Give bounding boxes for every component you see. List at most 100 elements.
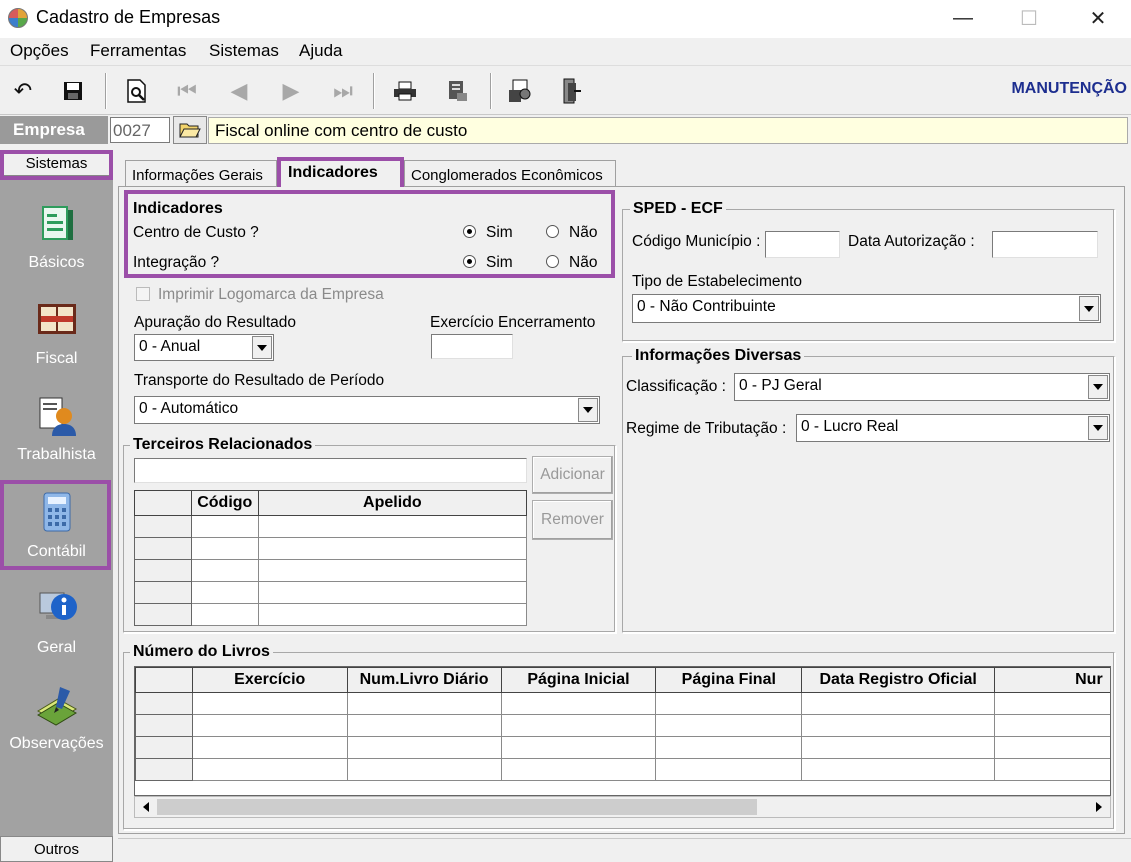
sidebar-item-fiscal[interactable]: Fiscal	[0, 288, 113, 378]
regime-select[interactable]: 0 - Lucro Real	[796, 414, 1110, 442]
exercicio-input[interactable]	[431, 334, 513, 359]
open-folder-icon[interactable]	[173, 116, 207, 144]
tipo-estabelecimento-select[interactable]: 0 - Não Contribuinte	[632, 294, 1101, 323]
integracao-nao-radio[interactable]	[546, 255, 559, 268]
notes-icon	[36, 687, 77, 726]
column-header-data-registro[interactable]: Data Registro Oficial	[801, 667, 996, 693]
column-header-pagina-final[interactable]: Página Final	[655, 667, 803, 693]
classificacao-value: 0 - PJ Geral	[739, 377, 822, 394]
prev-icon[interactable]: ◀	[222, 75, 256, 107]
row-header	[135, 758, 193, 781]
chevron-down-icon[interactable]	[1088, 375, 1108, 399]
info-icon	[39, 592, 77, 620]
ledger-icon	[37, 304, 76, 334]
sidebar-footer-outros[interactable]: Outros	[0, 836, 113, 862]
empresa-name-field[interactable]: Fiscal online com centro de custo	[208, 117, 1128, 144]
terceiros-input[interactable]	[134, 458, 527, 483]
integracao-sim-label: Sim	[486, 254, 513, 271]
sidebar-item-geral[interactable]: Geral	[0, 577, 113, 667]
centro-nao-radio[interactable]	[546, 225, 559, 238]
menu-opcoes[interactable]: Opções	[10, 41, 69, 61]
table-row[interactable]	[135, 692, 1110, 715]
column-header-pagina-inicial[interactable]: Página Inicial	[500, 667, 657, 693]
last-icon[interactable]: ⏭	[326, 75, 360, 107]
chevron-down-icon[interactable]	[252, 336, 272, 359]
app-icon	[8, 8, 28, 28]
window-title: Cadastro de Empresas	[36, 7, 221, 27]
transporte-label: Transporte do Resultado de Período	[134, 372, 385, 389]
mode-label: MANUTENÇÃO	[1011, 80, 1127, 97]
scroll-right-icon[interactable]	[1090, 799, 1108, 815]
table-row[interactable]	[134, 581, 528, 604]
minimize-button[interactable]: —	[933, 0, 993, 36]
tab-indicadores[interactable]: Indicadores	[277, 157, 404, 187]
sidebar-item-basicos[interactable]: Básicos	[0, 192, 113, 282]
adicionar-button[interactable]: Adicionar	[532, 456, 613, 494]
row-header	[135, 736, 193, 759]
terceiros-title: Terceiros Relacionados	[130, 436, 316, 454]
tab-conglomerados[interactable]: Conglomerados Econômicos	[404, 160, 616, 187]
sidebar-item-trabalhista[interactable]: Trabalhista	[0, 384, 113, 474]
report-icon[interactable]	[440, 75, 474, 107]
empresa-code-field[interactable]: 0027	[110, 117, 170, 143]
menu-sistemas[interactable]: Sistemas	[209, 41, 279, 61]
column-header-num[interactable]: Nur	[994, 667, 1110, 693]
indicadores-title: Indicadores	[133, 200, 223, 217]
sidebar-item-label: Trabalhista	[17, 446, 96, 463]
data-autorizacao-input[interactable]	[992, 231, 1098, 258]
tab-informacoes-gerais[interactable]: Informações Gerais	[125, 160, 277, 187]
chevron-down-icon[interactable]	[578, 398, 598, 422]
exit-icon[interactable]	[553, 75, 587, 107]
sped-title: SPED - ECF	[630, 200, 726, 218]
integracao-sim-radio[interactable]	[463, 255, 476, 268]
scroll-left-icon[interactable]	[137, 799, 155, 815]
transporte-select[interactable]: 0 - Automático	[134, 396, 600, 424]
chevron-down-icon[interactable]	[1088, 416, 1108, 440]
municipio-input[interactable]	[765, 231, 840, 258]
table-row[interactable]	[134, 515, 528, 538]
centro-nao-label: Não	[569, 224, 598, 241]
terceiros-table[interactable]: Código Apelido	[134, 490, 528, 626]
status-strip	[118, 838, 1131, 862]
config-icon[interactable]	[503, 75, 537, 107]
table-row[interactable]	[135, 714, 1110, 737]
table-row[interactable]	[134, 537, 528, 560]
column-header-exercicio[interactable]: Exercício	[191, 667, 348, 693]
preview-icon[interactable]	[120, 75, 154, 107]
sidebar-item-label: Básicos	[28, 254, 85, 271]
column-header-apelido[interactable]: Apelido	[257, 490, 528, 516]
scroll-thumb[interactable]	[157, 799, 757, 815]
centro-sim-radio[interactable]	[463, 225, 476, 238]
transporte-value: 0 - Automático	[139, 400, 239, 417]
first-icon[interactable]: ⏮	[170, 75, 204, 107]
maximize-button[interactable]: ☐	[999, 0, 1059, 36]
chevron-down-icon[interactable]	[1079, 296, 1099, 321]
imprimir-logo-checkbox[interactable]	[136, 287, 150, 301]
row-header	[134, 603, 192, 626]
menu-ferramentas[interactable]: Ferramentas	[90, 41, 186, 61]
undo-icon[interactable]: ↶	[6, 75, 40, 107]
classificacao-select[interactable]: 0 - PJ Geral	[734, 373, 1110, 401]
diversas-title: Informações Diversas	[632, 347, 805, 365]
table-corner	[134, 490, 192, 516]
next-icon[interactable]: ▶	[274, 75, 308, 107]
menu-ajuda[interactable]: Ajuda	[299, 41, 342, 61]
table-row[interactable]	[134, 603, 528, 626]
sidebar-item-observacoes[interactable]: Observações	[0, 673, 113, 763]
remover-button[interactable]: Remover	[532, 500, 613, 540]
table-row[interactable]	[134, 559, 528, 582]
row-header	[134, 515, 192, 538]
close-button[interactable]: ✕	[1068, 0, 1128, 36]
row-header	[134, 559, 192, 582]
column-header-codigo[interactable]: Código	[190, 490, 259, 516]
livros-horizontal-scrollbar[interactable]	[134, 796, 1111, 818]
livros-table[interactable]: Exercício Num.Livro Diário Página Inicia…	[135, 667, 1110, 781]
table-row[interactable]	[135, 758, 1110, 781]
row-header	[135, 692, 193, 715]
column-header-num-livro[interactable]: Num.Livro Diário	[346, 667, 502, 693]
print-icon[interactable]	[388, 75, 422, 107]
save-icon[interactable]	[56, 75, 90, 107]
apuracao-select[interactable]: 0 - Anual	[134, 334, 274, 361]
municipio-label: Código Município :	[632, 233, 761, 250]
table-row[interactable]	[135, 736, 1110, 759]
